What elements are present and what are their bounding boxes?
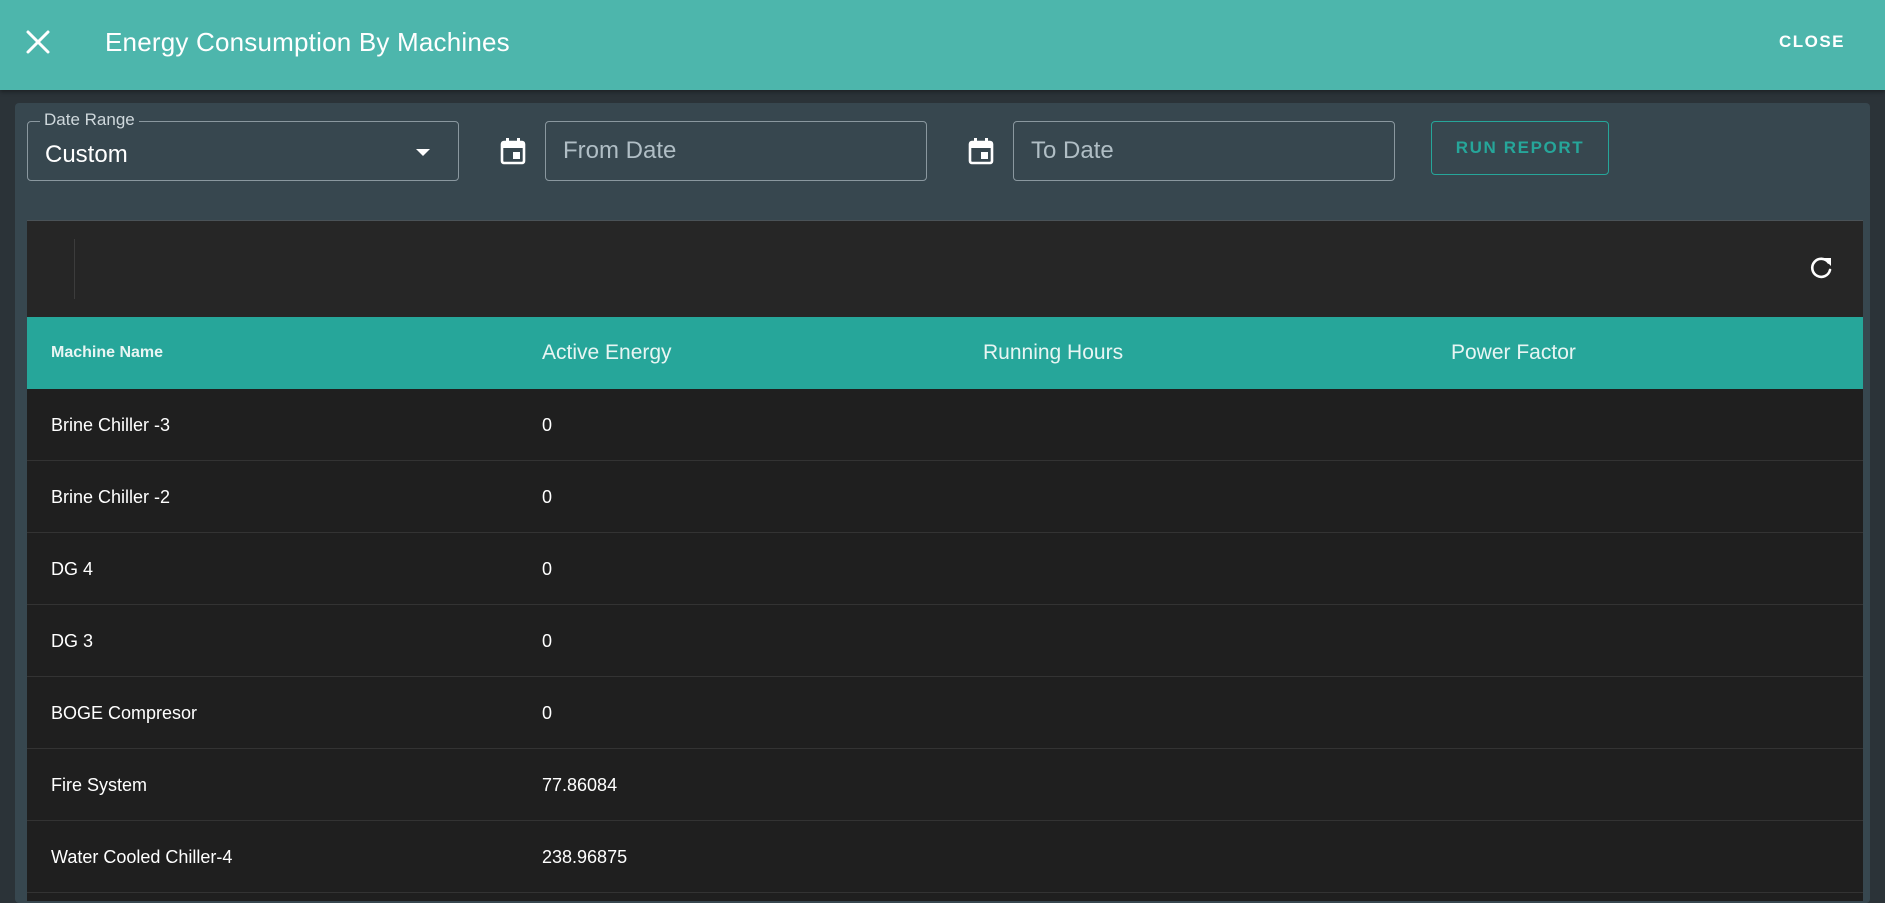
table-row[interactable]: BOGE Compresor 0 bbox=[27, 677, 1863, 749]
machine-name-cell: Brine Chiller -3 bbox=[51, 415, 171, 435]
data-table: Machine Name Active Energy Running Hours… bbox=[27, 220, 1863, 901]
table-row[interactable]: Water Cooled Chiller-4 238.96875 bbox=[27, 821, 1863, 893]
active-energy-cell: 0 bbox=[542, 559, 553, 579]
active-energy-cell: 0 bbox=[542, 703, 553, 723]
date-range-select[interactable]: Date Range Custom bbox=[27, 110, 459, 181]
active-energy-cell: 238.96875 bbox=[542, 847, 628, 867]
machine-name-cell: Water Cooled Chiller-4 bbox=[51, 847, 233, 867]
column-header-running-hours[interactable]: Running Hours bbox=[983, 317, 1123, 389]
active-energy-cell: 0 bbox=[542, 631, 553, 651]
column-header-machine-name[interactable]: Machine Name bbox=[51, 317, 163, 389]
dialog-header: Energy Consumption By Machines CLOSE bbox=[0, 0, 1885, 90]
machine-name-cell: Fire System bbox=[51, 775, 148, 795]
active-energy-cell: 0 bbox=[542, 415, 553, 435]
close-button[interactable]: CLOSE bbox=[1779, 28, 1845, 56]
run-report-button[interactable]: RUN REPORT bbox=[1431, 121, 1609, 175]
table-row[interactable]: Brine Chiller -3 0 bbox=[27, 389, 1863, 461]
machine-name-cell: DG 3 bbox=[51, 631, 94, 651]
from-date-field[interactable] bbox=[545, 121, 927, 181]
chevron-down-icon bbox=[416, 149, 430, 156]
refresh-icon[interactable] bbox=[1807, 254, 1835, 282]
machine-name-cell: DG 4 bbox=[51, 559, 94, 579]
table-toolbar bbox=[27, 221, 1863, 317]
active-energy-cell: 0 bbox=[542, 487, 553, 507]
table-body: Brine Chiller -3 0 Brine Chiller -2 0 DG… bbox=[27, 389, 1863, 893]
column-header-power-factor[interactable]: Power Factor bbox=[1451, 317, 1576, 389]
table-row[interactable]: DG 4 0 bbox=[27, 533, 1863, 605]
table-row[interactable]: DG 3 0 bbox=[27, 605, 1863, 677]
from-date-input[interactable] bbox=[546, 122, 926, 180]
table-row[interactable]: Fire System 77.86084 bbox=[27, 749, 1863, 821]
table-row[interactable]: Brine Chiller -2 0 bbox=[27, 461, 1863, 533]
dialog-title: Energy Consumption By Machines bbox=[105, 27, 510, 57]
machine-name-cell: BOGE Compresor bbox=[51, 703, 198, 723]
toolbar-divider bbox=[74, 239, 75, 299]
date-range-label: Date Range bbox=[40, 110, 139, 130]
calendar-icon[interactable] bbox=[968, 137, 994, 165]
close-icon-button[interactable] bbox=[18, 20, 58, 64]
table-header-row: Machine Name Active Energy Running Hours… bbox=[27, 317, 1863, 389]
calendar-icon[interactable] bbox=[500, 137, 526, 165]
date-range-value: Custom bbox=[45, 141, 128, 168]
active-energy-cell: 77.86084 bbox=[542, 775, 618, 795]
machine-name-cell: Brine Chiller -2 bbox=[51, 487, 171, 507]
to-date-field[interactable] bbox=[1013, 121, 1395, 181]
column-header-active-energy[interactable]: Active Energy bbox=[542, 317, 672, 389]
close-icon bbox=[26, 30, 50, 54]
to-date-input[interactable] bbox=[1014, 122, 1394, 180]
